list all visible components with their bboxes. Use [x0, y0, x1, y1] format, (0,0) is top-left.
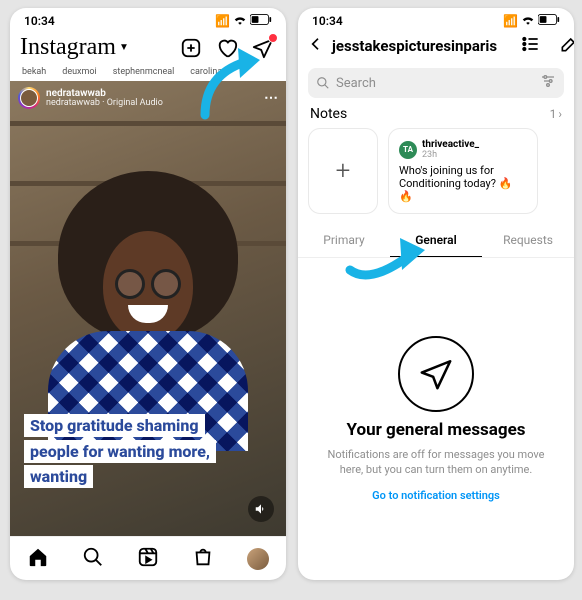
home-icon[interactable] — [27, 546, 49, 572]
story-item[interactable]: stephenmcneal — [113, 67, 175, 77]
profile-avatar[interactable] — [247, 548, 269, 570]
story-item[interactable]: deuxmoi — [62, 67, 97, 77]
tab-general[interactable]: General — [390, 224, 482, 257]
chevron-down-icon[interactable]: ▼ — [119, 42, 129, 53]
add-note-button[interactable]: + — [308, 128, 378, 214]
search-icon[interactable] — [82, 546, 104, 572]
dm-badge — [268, 33, 278, 43]
instagram-logo[interactable]: Instagram — [20, 34, 116, 61]
status-bar: 10:34 📶 — [298, 8, 574, 30]
search-icon — [316, 76, 330, 90]
shop-icon[interactable] — [192, 546, 214, 572]
signal-icon: 📶 — [503, 14, 518, 28]
empty-title: Your general messages — [346, 420, 525, 440]
audio-toggle-icon[interactable] — [248, 496, 274, 522]
notes-count: 1 — [550, 107, 557, 121]
send-circle-icon — [398, 336, 474, 412]
messenger-icon[interactable] — [250, 35, 276, 61]
note-card[interactable]: TA thriveactive_ 23h Who's joining us fo… — [388, 128, 538, 214]
note-time: 23h — [422, 150, 479, 160]
tab-primary[interactable]: Primary — [298, 224, 390, 257]
bottom-nav — [10, 536, 286, 580]
notes-header[interactable]: Notes 1› — [298, 106, 574, 128]
signal-icon: 📶 — [215, 14, 230, 28]
status-right: 📶 — [503, 14, 560, 28]
more-options-icon[interactable]: ⋯ — [264, 90, 278, 106]
post-audio[interactable]: nedratawwab · Original Audio — [46, 99, 163, 109]
notes-label: Notes — [310, 106, 347, 122]
dm-username[interactable]: jesstakespicturesinparis — [332, 37, 497, 55]
status-time: 10:34 — [24, 14, 55, 28]
search-placeholder: Search — [336, 76, 376, 91]
dm-screen: 10:34 📶 jesstakespicturesinparis Search … — [298, 8, 574, 580]
battery-icon — [538, 14, 560, 28]
chevron-right-icon: › — [558, 107, 562, 121]
empty-state: Your general messages Notifications are … — [298, 258, 574, 580]
post-header[interactable]: nedratawwab nedratawwab · Original Audio… — [18, 87, 278, 109]
notification-settings-link[interactable]: Go to notification settings — [372, 489, 500, 502]
dm-header: jesstakespicturesinparis — [298, 30, 574, 64]
empty-subtitle: Notifications are off for messages you m… — [318, 448, 554, 478]
back-icon[interactable] — [308, 36, 324, 56]
note-author: thriveactive_ — [422, 139, 479, 150]
reel-caption: Stop gratitude shaming people for wantin… — [24, 413, 246, 490]
filter-icon[interactable] — [540, 73, 556, 93]
story-item[interactable]: carolinag — [190, 67, 227, 77]
tab-requests[interactable]: Requests — [482, 224, 574, 257]
status-right: 📶 — [215, 14, 272, 28]
feed-header: Instagram ▼ — [10, 30, 286, 67]
status-bar: 10:34 📶 — [10, 8, 286, 30]
note-text: Who's joining us for Conditioning today?… — [399, 164, 527, 203]
plus-icon: + — [336, 156, 351, 186]
reels-icon[interactable] — [137, 546, 159, 572]
feed-screen: 10:34 📶 Instagram ▼ bekah deuxmoi stephe — [10, 8, 286, 580]
story-item[interactable]: bekah — [22, 67, 46, 77]
status-time: 10:34 — [312, 14, 343, 28]
compose-icon[interactable] — [559, 34, 574, 58]
notes-tray: + TA thriveactive_ 23h Who's joining us … — [298, 128, 574, 224]
note-avatar: TA — [399, 141, 417, 159]
battery-icon — [250, 14, 272, 28]
author-avatar[interactable] — [18, 87, 40, 109]
wifi-icon — [233, 14, 247, 28]
new-post-icon[interactable] — [178, 35, 204, 61]
list-icon[interactable] — [521, 34, 541, 58]
post-username[interactable]: nedratawwab — [46, 88, 163, 99]
wifi-icon — [521, 14, 535, 28]
dm-tabs: Primary General Requests — [298, 224, 574, 258]
video-illustration — [58, 171, 238, 341]
reel-post[interactable]: nedratawwab nedratawwab · Original Audio… — [10, 81, 286, 536]
stories-tray[interactable]: bekah deuxmoi stephenmcneal carolinag — [10, 67, 286, 81]
search-input[interactable]: Search — [308, 68, 564, 98]
activity-heart-icon[interactable] — [214, 35, 240, 61]
